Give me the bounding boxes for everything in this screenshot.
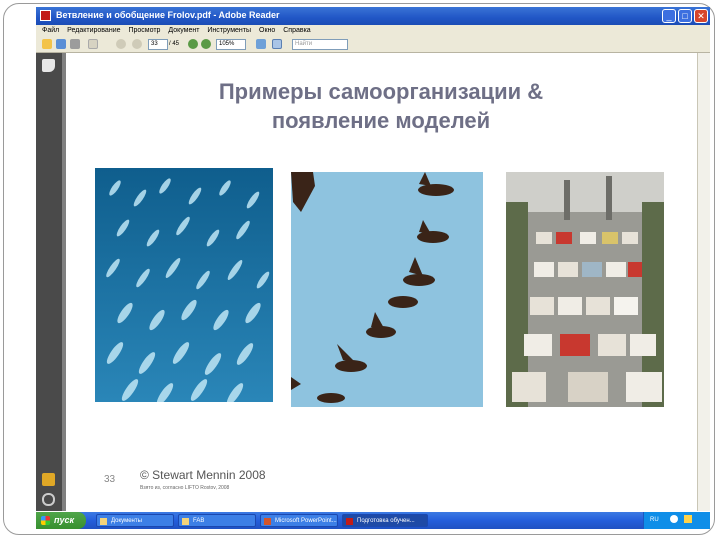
title-line-1: Примеры самоорганизации &	[218, 79, 544, 104]
task-label: Подготовка обучен...	[357, 518, 415, 524]
task-label: Microsoft PowerPoint...	[275, 518, 337, 524]
adobe-reader-icon	[40, 10, 51, 21]
zoom-input[interactable]: 105%	[216, 39, 246, 50]
fish-school-photo	[95, 168, 273, 402]
windows-logo-icon	[41, 516, 50, 525]
fit-page-icon[interactable]	[256, 39, 266, 49]
menu-tools[interactable]: Инструменты	[207, 25, 251, 36]
task-adobe-reader[interactable]: Подготовка обучен...	[342, 514, 428, 527]
menu-view[interactable]: Просмотр	[128, 25, 160, 36]
network-icon[interactable]	[670, 515, 679, 524]
menu-help[interactable]: Справка	[283, 25, 310, 36]
minimize-button[interactable]: _	[662, 9, 676, 23]
language-indicator[interactable]: RU	[650, 517, 659, 523]
page-total: / 45	[169, 41, 180, 47]
fit-width-icon[interactable]	[272, 39, 282, 49]
volume-icon[interactable]	[684, 515, 693, 524]
title-line-2: появление моделей	[271, 108, 491, 133]
pages-icon[interactable]	[42, 59, 55, 72]
menu-window[interactable]: Окно	[259, 25, 275, 36]
toolbar: 33 / 45 105% Найти	[36, 36, 710, 53]
navigation-pane	[36, 53, 62, 511]
menu-file[interactable]: Файл	[42, 25, 59, 36]
attachments-icon[interactable]	[42, 493, 55, 506]
page-number-input[interactable]: 33	[148, 39, 168, 50]
window-title: Ветвление и обобщение Frolov.pdf - Adobe…	[56, 10, 280, 20]
task-label: Документы	[111, 518, 142, 524]
page-number: 33	[104, 474, 116, 485]
zoom-in-icon[interactable]	[201, 39, 211, 49]
geese-flock-photo	[291, 172, 483, 407]
zoom-out-icon[interactable]	[188, 39, 198, 49]
powerpoint-icon	[264, 518, 271, 525]
task-documents[interactable]: Документы	[96, 514, 174, 527]
next-page-icon[interactable]	[132, 39, 142, 49]
task-powerpoint[interactable]: Microsoft PowerPoint...	[260, 514, 338, 527]
system-tray: RU	[643, 512, 710, 529]
menu-edit[interactable]: Редактирование	[67, 25, 120, 36]
document-area: Примеры самоорганизации & появление моде…	[62, 53, 710, 511]
task-fab[interactable]: FAB	[178, 514, 256, 527]
previous-page-icon[interactable]	[116, 39, 126, 49]
print-icon[interactable]	[70, 39, 80, 49]
folder-icon	[182, 518, 189, 525]
folder-icon	[100, 518, 107, 525]
open-icon[interactable]	[42, 39, 52, 49]
start-button[interactable]: пуск	[36, 512, 86, 529]
start-label: пуск	[54, 515, 75, 525]
maximize-button[interactable]: □	[678, 9, 692, 23]
pdf-page: Примеры самоорганизации & появление моде…	[66, 53, 698, 511]
copyright-text: © Stewart Mennin 2008	[140, 468, 266, 482]
window-titlebar: Ветвление и обобщение Frolov.pdf - Adobe…	[36, 7, 710, 25]
layers-icon[interactable]	[42, 473, 55, 486]
close-button[interactable]: ✕	[694, 9, 708, 23]
email-icon[interactable]	[88, 39, 98, 49]
save-icon[interactable]	[56, 39, 66, 49]
copyright-subtext: Взято из, согласно LIFTO Rostov, 2008	[140, 485, 230, 491]
adobe-reader-icon	[346, 518, 353, 525]
vertical-scrollbar[interactable]	[697, 53, 710, 511]
taskbar: пуск Документы FAB Microsoft PowerPoint.…	[36, 512, 710, 529]
task-label: FAB	[193, 518, 205, 524]
search-input[interactable]: Найти	[292, 39, 348, 50]
traffic-jam-photo	[506, 172, 664, 407]
menu-bar: Файл Редактирование Просмотр Документ Ин…	[36, 25, 710, 36]
menu-document[interactable]: Документ	[168, 25, 199, 36]
page-title: Примеры самоорганизации & появление моде…	[126, 77, 636, 135]
